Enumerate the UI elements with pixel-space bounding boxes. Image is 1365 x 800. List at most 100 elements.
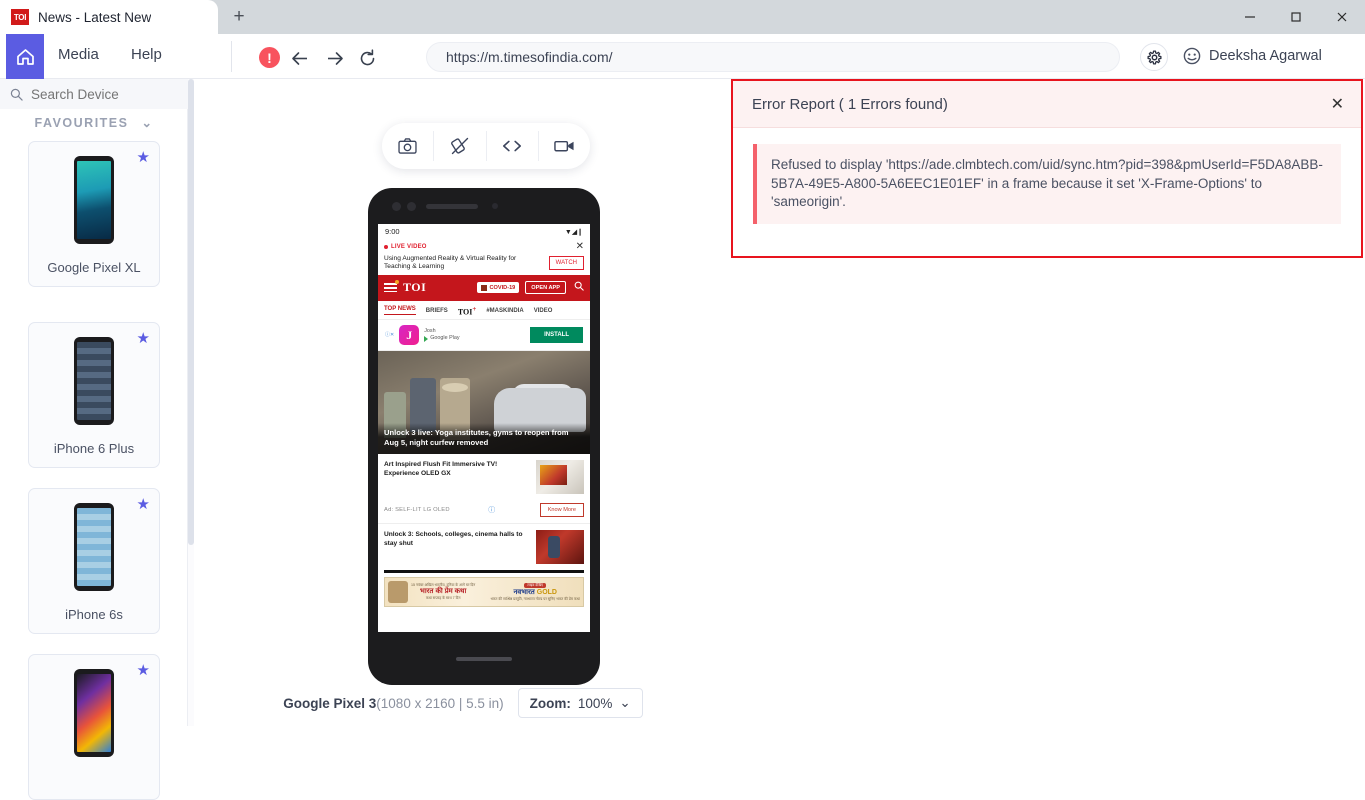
device-sidebar: « FAVOURITES ⌄ ★ Google Pixel XL ★ iPhon… [0, 79, 188, 726]
favourite-star-icon[interactable]: ★ [137, 148, 150, 166]
banner-brand: नवभारत GOLD [513, 588, 557, 597]
user-account[interactable]: Deeksha Agarwal [1183, 47, 1322, 65]
josh-app-icon: J [399, 325, 419, 345]
article-row[interactable]: Unlock 3: Schools, colleges, cinema hall… [378, 524, 590, 570]
tab-video[interactable]: VIDEO [534, 308, 553, 314]
device-name-and-spec: Google Pixel 3(1080 x 2160 | 5.5 in) [283, 696, 503, 711]
article-headline: Art Inspired Flush Fit Immersive TV! Exp… [384, 460, 530, 478]
browser-tab[interactable]: TOI News - Latest New [0, 0, 218, 34]
app-install-ad[interactable]: ⓘ✕ J Josh Google Play INSTALL [378, 320, 590, 351]
install-button[interactable]: INSTALL [530, 327, 583, 343]
device-info-bar: Google Pixel 3(1080 x 2160 | 5.5 in) Zoo… [195, 688, 731, 718]
favourites-title: FAVOURITES [35, 116, 129, 130]
url-input[interactable]: https://m.timesofindia.com/ [426, 42, 1120, 72]
new-tab-button[interactable]: + [228, 7, 250, 29]
banner-advertisement[interactable]: 15 नवंबर अखिल भारतीय, दुनिया के आगे घर द… [384, 577, 584, 607]
app-ad-meta: Josh Google Play [424, 328, 459, 342]
search-input[interactable] [23, 87, 208, 102]
rotate-device-button[interactable] [434, 131, 486, 161]
screenshot-button[interactable] [382, 131, 434, 161]
toi-favicon-icon: TOI [11, 9, 29, 25]
maximize-button[interactable] [1273, 0, 1319, 34]
device-spec: (1080 x 2160 | 5.5 in) [376, 696, 503, 711]
device-card-google-pixel-xl[interactable]: ★ Google Pixel XL [28, 141, 160, 287]
app-name: Josh [424, 328, 435, 334]
search-icon [10, 88, 23, 101]
info-icon[interactable]: ⓘ [488, 505, 495, 515]
avatar-icon [1183, 47, 1201, 65]
toi-site-header: TOI COVID-19 OPEN APP [378, 275, 590, 301]
error-badge-button[interactable]: ! [259, 47, 280, 68]
device-thumbnail [74, 503, 114, 591]
device-thumbnail [74, 156, 114, 244]
tab-toi-plus[interactable]: TOI+ [458, 305, 477, 317]
article-row-ad[interactable]: Art Inspired Flush Fit Immersive TV! Exp… [378, 454, 590, 500]
reload-icon [358, 49, 377, 68]
sidebar-scrollbar-thumb[interactable] [188, 79, 194, 545]
home-button[interactable] [6, 34, 44, 79]
chevron-down-icon[interactable]: ⌄ [619, 695, 630, 711]
window-controls [1227, 0, 1365, 34]
live-video-label: LIVE VIDEO [391, 244, 427, 250]
device-card-iphone-6s[interactable]: ★ iPhone 6s [28, 488, 160, 634]
device-name: Google Pixel 3 [283, 696, 376, 711]
zoom-selector[interactable]: Zoom: 100% ⌄ [518, 688, 643, 718]
settings-button[interactable] [1140, 43, 1168, 71]
hamburger-menu-icon[interactable] [384, 283, 397, 292]
article-headline: Unlock 3: Schools, colleges, cinema hall… [384, 530, 530, 548]
tab-title: News - Latest New [38, 10, 151, 25]
tab-briefs[interactable]: BRIEFS [426, 308, 448, 314]
menu-item-help[interactable]: Help [131, 46, 162, 63]
video-icon [554, 139, 575, 153]
toi-logo[interactable]: TOI [403, 280, 426, 295]
minimize-button[interactable] [1227, 0, 1273, 34]
toi-nav-tabs: TOP NEWS BRIEFS TOI+ #MASKINDIA VIDEO [378, 301, 590, 321]
watch-button[interactable]: WATCH [549, 256, 584, 270]
adchoices-icon[interactable]: ⓘ✕ [385, 333, 394, 338]
device-viewport[interactable]: 9:00 ▼◢❙ LIVE VIDEO ✕ Using Augmented Re… [378, 224, 590, 632]
device-card-iphone-6-plus[interactable]: ★ iPhone 6 Plus [28, 322, 160, 468]
favourite-star-icon[interactable]: ★ [137, 661, 150, 679]
device-label: iPhone 6 Plus [29, 441, 159, 457]
article-thumbnail [536, 530, 584, 564]
reload-button[interactable] [354, 45, 380, 71]
error-report-panel: Error Report ( 1 Errors found) ✕ Refused… [731, 79, 1363, 258]
sensor-dot-icon [492, 203, 498, 209]
status-time: 9:00 [385, 227, 400, 236]
covid-badge[interactable]: COVID-19 [477, 282, 519, 293]
favourite-star-icon[interactable]: ★ [137, 495, 150, 513]
arrow-left-icon [290, 50, 309, 67]
zoom-label: Zoom: [530, 696, 571, 711]
tab-maskindia[interactable]: #MASKINDIA [486, 308, 523, 314]
camera-dot-icon [407, 202, 416, 211]
home-indicator [456, 657, 512, 661]
favourites-header[interactable]: FAVOURITES ⌄ [0, 115, 188, 130]
banner-portrait [388, 581, 408, 603]
device-frame: 9:00 ▼◢❙ LIVE VIDEO ✕ Using Augmented Re… [368, 188, 600, 685]
article-thumbnail [536, 460, 584, 494]
google-play-icon [424, 336, 428, 342]
chevron-down-icon[interactable]: ⌄ [141, 115, 153, 130]
inspect-code-button[interactable] [487, 131, 539, 161]
menu-item-media[interactable]: Media [58, 46, 99, 63]
tab-top-news[interactable]: TOP NEWS [384, 306, 416, 315]
search-device-row: « [0, 79, 188, 109]
know-more-button[interactable]: Know More [540, 503, 584, 517]
error-report-body: Refused to display 'https://ade.clmbtech… [733, 128, 1361, 240]
device-bottom-bezel [368, 632, 600, 685]
camera-dot-icon [392, 202, 401, 211]
search-icon[interactable] [574, 281, 584, 294]
close-icon[interactable]: ✕ [1331, 94, 1344, 114]
open-app-button[interactable]: OPEN APP [525, 281, 566, 294]
covid-icon [481, 285, 487, 291]
record-video-button[interactable] [539, 131, 590, 161]
close-button[interactable] [1319, 0, 1365, 34]
hero-article[interactable]: Unlock 3 live: Yoga institutes, gyms to … [378, 351, 590, 454]
banner-separator [384, 570, 584, 573]
close-icon[interactable]: ✕ [576, 243, 584, 251]
device-card-partial[interactable]: ★ [28, 654, 160, 800]
forward-button[interactable] [322, 45, 348, 71]
favourite-star-icon[interactable]: ★ [137, 329, 150, 347]
mobile-status-bar: 9:00 ▼◢❙ [378, 224, 590, 239]
back-button[interactable] [286, 45, 312, 71]
